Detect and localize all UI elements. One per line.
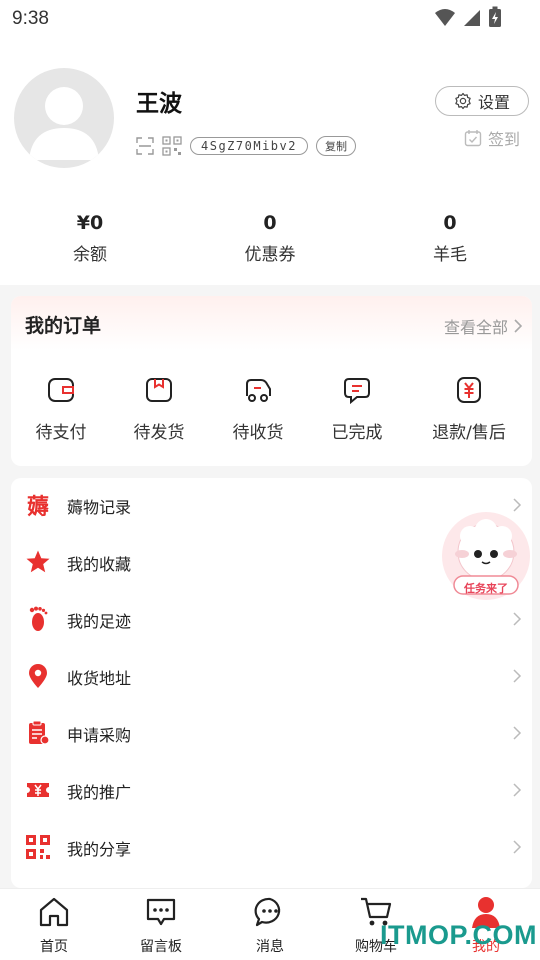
tab-home[interactable]: 首页 — [9, 895, 99, 956]
stat-balance[interactable]: ¥0 余额 — [0, 212, 180, 265]
chevron-right-icon — [514, 319, 522, 333]
chevron-right-icon — [513, 669, 522, 683]
qrcode-small-icon[interactable] — [162, 136, 182, 156]
menu-label: 我的分享 — [67, 840, 132, 859]
order-status-row: 待支付 待发货 待收货 已完成 退款/售后 — [11, 376, 532, 446]
default-avatar-icon — [29, 87, 99, 160]
signal-icon — [464, 10, 480, 26]
ticket-icon — [27, 783, 49, 797]
status-bar: 9:38 — [0, 0, 540, 40]
gear-icon — [455, 92, 471, 110]
menu-label: 薅物记录 — [67, 498, 132, 517]
location-icon — [29, 664, 47, 688]
signin-button[interactable]: 签到 — [464, 126, 520, 150]
order-label: 待收货 — [232, 423, 284, 443]
menu-label: 我的足迹 — [67, 612, 132, 631]
orders-header: 我的订单 查看全部 — [11, 296, 532, 350]
tab-label: 首页 — [40, 939, 68, 955]
menu-item-share[interactable]: 我的分享 — [11, 820, 532, 877]
order-label: 退款/售后 — [432, 423, 506, 443]
stat-value: 0 — [263, 212, 277, 234]
footprint-icon — [29, 606, 48, 631]
menu-item-address[interactable]: 收货地址 — [11, 649, 532, 706]
task-mascot-float[interactable]: 任务来了 — [440, 510, 532, 602]
menu-label: 我的推广 — [67, 783, 132, 802]
watermark: ITMOP.COM — [380, 920, 538, 950]
truck-icon — [246, 379, 271, 402]
wallet-icon — [48, 378, 74, 402]
chat-icon — [254, 897, 281, 927]
menu-label: 收货地址 — [67, 669, 132, 688]
chevron-right-icon — [513, 612, 522, 626]
clipboard-icon — [29, 720, 50, 745]
view-all-label: 查看全部 — [443, 318, 508, 337]
stat-wool[interactable]: 0 羊毛 — [360, 212, 540, 265]
stat-coupons[interactable]: 0 优惠券 — [180, 212, 360, 265]
tab-label: 留言板 — [140, 939, 182, 955]
scan-icon[interactable] — [136, 137, 154, 155]
settings-label: 设置 — [477, 93, 510, 112]
calendar-check-icon — [464, 130, 482, 147]
hao-icon: 薅 — [27, 495, 49, 518]
chevron-right-icon — [513, 726, 522, 740]
order-completed[interactable]: 已完成 — [307, 376, 407, 443]
mascot-label: 任务来了 — [464, 582, 508, 595]
chevron-right-icon — [513, 783, 522, 797]
message-check-icon — [344, 378, 370, 405]
stats-row: ¥0 余额 0 优惠券 0 羊毛 — [0, 212, 540, 265]
id-row: 4SgZ70Mibv2 复制 — [136, 136, 356, 156]
menu-item-purchase-request[interactable]: 申请采购 — [11, 706, 532, 763]
stat-label: 羊毛 — [433, 245, 467, 265]
package-icon — [146, 378, 172, 402]
status-icons — [434, 6, 502, 28]
star-icon — [26, 550, 50, 573]
order-label: 待支付 — [35, 423, 87, 443]
battery-icon — [489, 6, 501, 27]
qrcode-icon — [26, 835, 50, 859]
svg-text:薅: 薅 — [27, 495, 49, 518]
orders-card: 我的订单 查看全部 待支付 待发货 待收货 已完成 退款/售后 — [11, 296, 532, 466]
avatar[interactable] — [14, 68, 114, 168]
status-time: 9:38 — [12, 8, 49, 29]
signin-label: 签到 — [488, 130, 521, 149]
order-pending-receipt[interactable]: 待收货 — [208, 376, 308, 443]
copy-id-button[interactable]: 复制 — [315, 136, 356, 156]
tab-messages[interactable]: 消息 — [225, 895, 315, 956]
tab-label: 消息 — [256, 939, 284, 955]
menu-item-promotion[interactable]: 我的推广 — [11, 763, 532, 820]
chevron-right-icon — [513, 840, 522, 854]
wifi-icon — [435, 9, 455, 26]
menu-label: 申请采购 — [67, 726, 132, 745]
user-id-code: 4SgZ70Mibv2 — [190, 137, 308, 155]
stat-label: 优惠券 — [244, 245, 296, 265]
stat-label: 余额 — [73, 245, 107, 265]
orders-title: 我的订单 — [25, 315, 102, 337]
message-board-icon — [146, 898, 176, 926]
order-pending-shipment[interactable]: 待发货 — [109, 376, 209, 443]
settings-button[interactable]: 设置 — [435, 86, 529, 116]
order-refund[interactable]: 退款/售后 — [419, 376, 519, 443]
order-label: 待发货 — [133, 423, 185, 443]
profile-header: 王波 4SgZ70Mibv2 复制 设置 签到 ¥0 余额 0 优惠券 0 羊毛 — [0, 40, 540, 285]
stat-value: ¥0 — [76, 212, 104, 234]
menu-label: 我的收藏 — [67, 555, 132, 574]
home-icon — [39, 897, 69, 927]
view-all-orders-link[interactable]: 查看全部 — [444, 314, 522, 338]
order-label: 已完成 — [331, 423, 383, 443]
order-pending-payment[interactable]: 待支付 — [11, 376, 111, 443]
username: 王波 — [136, 91, 182, 117]
stat-value: 0 — [443, 212, 457, 234]
tab-message-board[interactable]: 留言板 — [116, 895, 206, 956]
yen-refund-icon — [457, 377, 481, 403]
